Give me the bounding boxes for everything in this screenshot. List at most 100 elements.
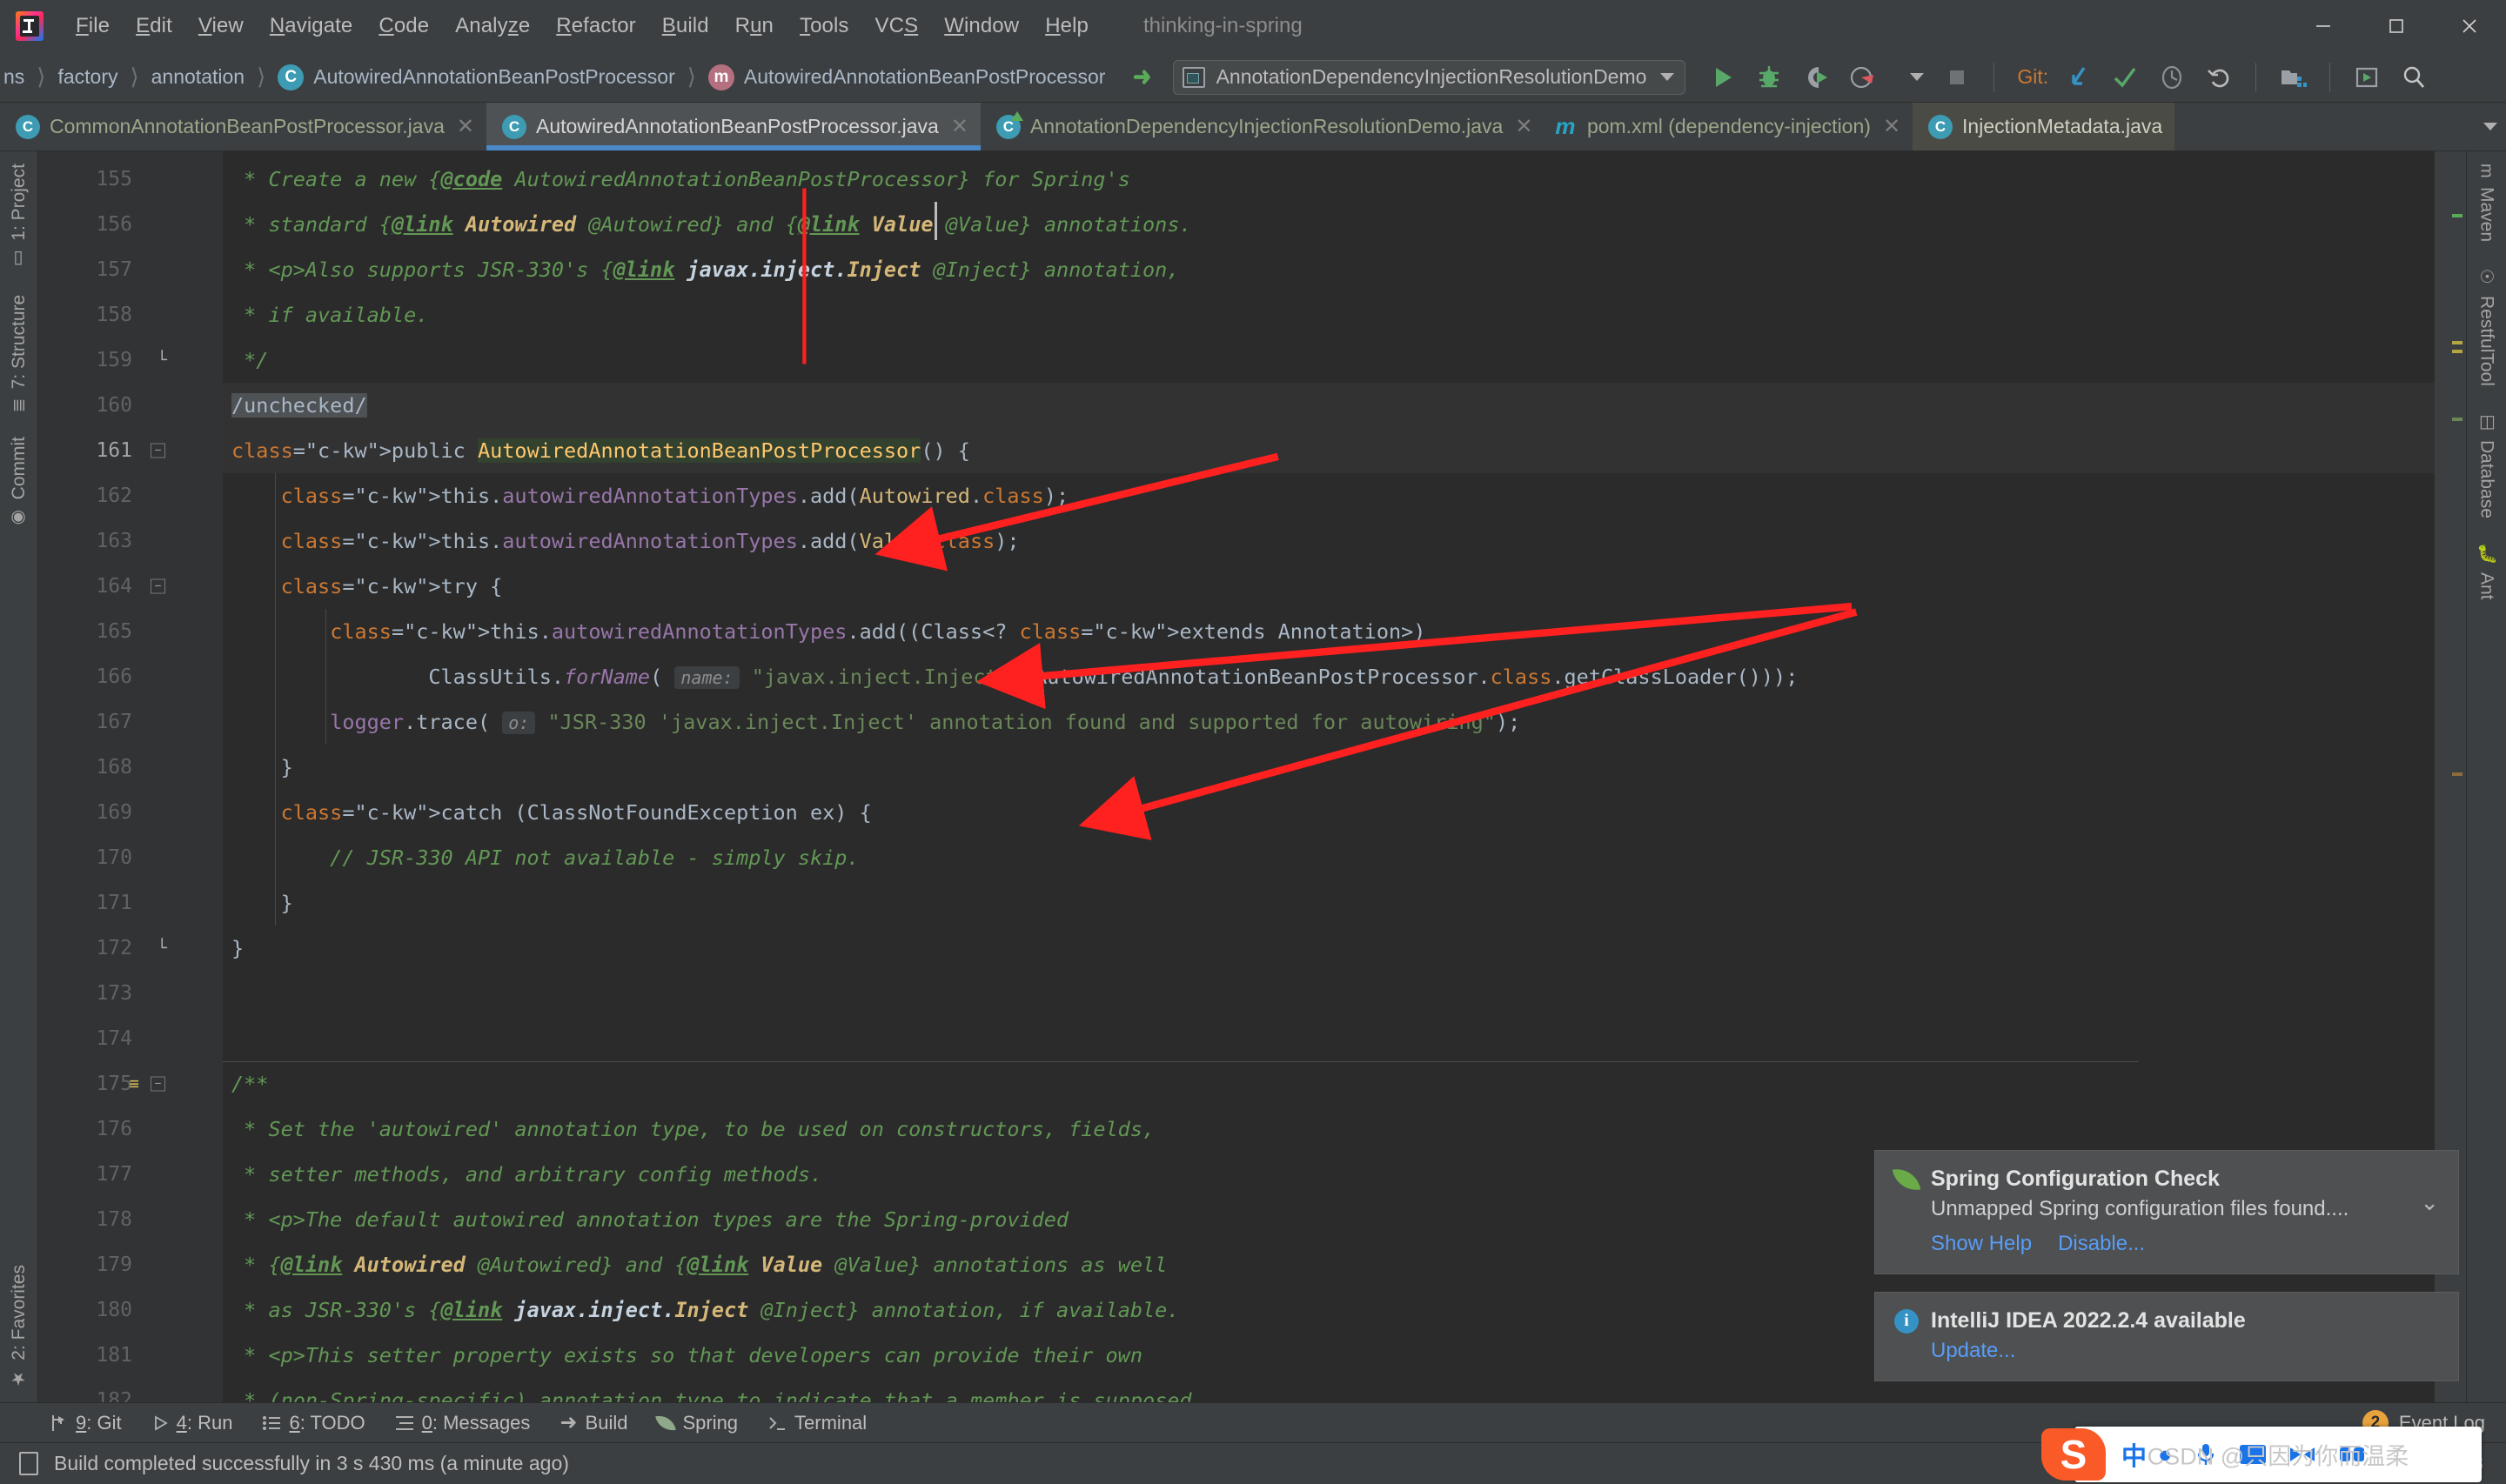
fold-collapse-icon[interactable]: − [151, 443, 165, 458]
fold-end-icon[interactable]: └ [157, 338, 167, 383]
ime-mode-toggle[interactable]: 中 [2121, 1436, 2147, 1473]
update-link[interactable]: Update... [1931, 1339, 2015, 1363]
menu-view[interactable]: View [185, 10, 257, 42]
sidebar-item-favorites[interactable]: ★ 2: Favorites [9, 1253, 30, 1402]
tab-pom-xml[interactable]: m pom.xml (dependency-injection) ✕ [1538, 103, 1913, 150]
editor-gutter[interactable]: 155 156 157 158 159 └ 160 161−162 163 164−165 166 1… [38, 151, 223, 1412]
gutter-line-number[interactable]: 167 [38, 699, 223, 745]
select-in-button[interactable] [2344, 55, 2389, 100]
disable-link[interactable]: Disable... [2058, 1232, 2145, 1256]
gutter-line-number[interactable]: 179 [38, 1242, 223, 1287]
ime-toolbar[interactable]: S 中 ● CSDN @只因为你而温柔 [2041, 1427, 2482, 1482]
tab-autowired-annotation-bean-post-processor[interactable]: C AutowiredAnnotationBeanPostProcessor.j… [486, 103, 981, 150]
profiler-dropdown[interactable] [1887, 55, 1933, 100]
code-line[interactable]: * if available. [223, 292, 2435, 338]
tool-window-messages[interactable]: 0: Messages [395, 1412, 530, 1434]
maximize-button[interactable] [2360, 0, 2433, 52]
tab-common-annotation-bean-post-processor[interactable]: C CommonAnnotationBeanPostProcessor.java… [0, 103, 486, 150]
profiler-button[interactable] [1840, 55, 1886, 100]
run-button[interactable] [1699, 55, 1745, 100]
gutter-line-number[interactable]: 166 [38, 654, 223, 699]
code-line[interactable] [223, 1016, 2435, 1061]
commit-button[interactable] [2102, 55, 2148, 100]
code-line[interactable]: */ [223, 338, 2435, 383]
close-icon[interactable]: ✕ [1883, 114, 1900, 139]
close-icon[interactable]: ✕ [1515, 114, 1532, 139]
stop-button[interactable] [1934, 55, 1980, 100]
menu-file[interactable]: File [63, 10, 123, 42]
gutter-line-number[interactable]: 180 [38, 1287, 223, 1333]
microphone-icon[interactable] [2194, 1441, 2217, 1467]
gutter-line-number[interactable]: 175− ≡ [38, 1061, 223, 1106]
javadoc-render-icon[interactable]: ≡ [130, 1061, 139, 1106]
breadcrumb-item-factory[interactable]: factory [54, 65, 121, 89]
sidebar-item-project[interactable]: ▯ 1: Project [9, 151, 30, 283]
gutter-line-number[interactable]: 158 [38, 292, 223, 338]
gutter-line-number[interactable]: 176 [38, 1106, 223, 1152]
code-line[interactable]: * Set the 'autowired' annotation type, t… [223, 1106, 2435, 1152]
menu-run[interactable]: Run [722, 10, 787, 42]
gutter-line-number[interactable]: 168 [38, 745, 223, 790]
code-line[interactable]: class="c-kw">catch (ClassNotFoundExcepti… [223, 790, 2435, 835]
sidebar-item-commit[interactable]: ◉ Commit [9, 424, 30, 541]
menu-window[interactable]: Window [931, 10, 1032, 42]
code-line[interactable]: class="c-kw">try { [223, 564, 2435, 609]
close-icon[interactable]: ✕ [457, 114, 474, 139]
run-configuration-selector[interactable]: AnnotationDependencyInjectionResolutionD… [1172, 59, 1686, 95]
menu-refactor[interactable]: Refactor [543, 10, 649, 42]
code-line[interactable]: * (non-Spring-specific) annotation type … [223, 1378, 2435, 1402]
gutter-line-number[interactable]: 164− [38, 564, 223, 609]
gutter-line-number[interactable]: 169 [38, 790, 223, 835]
gutter-line-number[interactable]: 155 [38, 157, 223, 202]
menu-navigate[interactable]: Navigate [257, 10, 366, 42]
fold-collapse-icon[interactable]: − [151, 1076, 165, 1092]
code-line[interactable]: ClassUtils.forName( name: "javax.inject.… [223, 654, 2435, 699]
bowtie-icon[interactable] [2288, 1444, 2316, 1465]
minimize-button[interactable] [2287, 0, 2360, 52]
tool-window-todo[interactable]: 6: TODO [262, 1412, 365, 1434]
keyboard-icon[interactable] [2240, 1445, 2267, 1464]
tab-annotation-dependency-injection-resolution-demo[interactable]: C AnnotationDependencyInjectionResolutio… [981, 103, 1538, 150]
menu-build[interactable]: Build [649, 10, 722, 42]
debug-button[interactable] [1746, 55, 1792, 100]
code-line[interactable]: class="c-kw">this.autowiredAnnotationTyp… [223, 609, 2435, 654]
rollback-button[interactable] [2196, 55, 2241, 100]
sidebar-item-database[interactable]: ◫ Database [2476, 398, 2497, 531]
project-structure-button[interactable] [2270, 55, 2315, 100]
gutter-line-number[interactable]: 165 [38, 609, 223, 654]
update-project-button[interactable] [2055, 55, 2101, 100]
notification-spring-configuration-check[interactable]: Spring Configuration Check Unmapped Spri… [1874, 1150, 2459, 1274]
tool-window-run[interactable]: 4: Run [151, 1412, 232, 1434]
gutter-line-number[interactable]: 156 [38, 202, 223, 247]
code-line[interactable]: // JSR-330 API not available - simply sk… [223, 835, 2435, 880]
code-line[interactable]: /** [223, 1061, 2435, 1106]
code-line[interactable]: * <p>Also supports JSR-330's {@link java… [223, 247, 2435, 292]
gutter-line-number[interactable]: 174 [38, 1016, 223, 1061]
gutter-line-number[interactable]: 162 [38, 473, 223, 518]
dot-icon[interactable]: ● [2158, 1441, 2172, 1468]
sogou-logo-icon[interactable]: S [2041, 1428, 2106, 1481]
fold-end-icon[interactable]: └ [157, 926, 167, 971]
menu-code[interactable]: Code [365, 10, 442, 42]
gutter-line-number[interactable]: 172 └ [38, 926, 223, 971]
gutter-line-number[interactable]: 163 [38, 518, 223, 564]
search-everywhere-button[interactable] [2391, 55, 2436, 100]
code-line[interactable]: /unchecked/ [223, 383, 2435, 428]
gutter-line-number[interactable]: 161− [38, 428, 223, 473]
close-icon[interactable]: ✕ [951, 114, 968, 139]
code-line[interactable]: } [223, 880, 2435, 926]
gutter-line-number[interactable]: 170 [38, 835, 223, 880]
breadcrumb-item-class[interactable]: C AutowiredAnnotationBeanPostProcessor [274, 64, 679, 90]
menu-tools[interactable]: Tools [787, 10, 862, 42]
close-button[interactable] [2433, 0, 2506, 52]
code-line[interactable]: * Create a new {@code AutowiredAnnotatio… [223, 157, 2435, 202]
breadcrumb-item-annotation[interactable]: annotation [148, 65, 248, 89]
gutter-line-number[interactable]: 178 [38, 1197, 223, 1242]
tabs-overflow[interactable] [2469, 103, 2506, 150]
gutter-line-number[interactable]: 177 [38, 1152, 223, 1197]
breadcrumb-item-ns[interactable]: ns [0, 65, 28, 89]
gutter-line-number[interactable]: 157 [38, 247, 223, 292]
notification-idea-update[interactable]: i IntelliJ IDEA 2022.2.4 available Updat… [1874, 1292, 2459, 1381]
emoji-icon[interactable] [2339, 1444, 2365, 1465]
tool-window-git[interactable]: 9: Git [49, 1412, 122, 1434]
